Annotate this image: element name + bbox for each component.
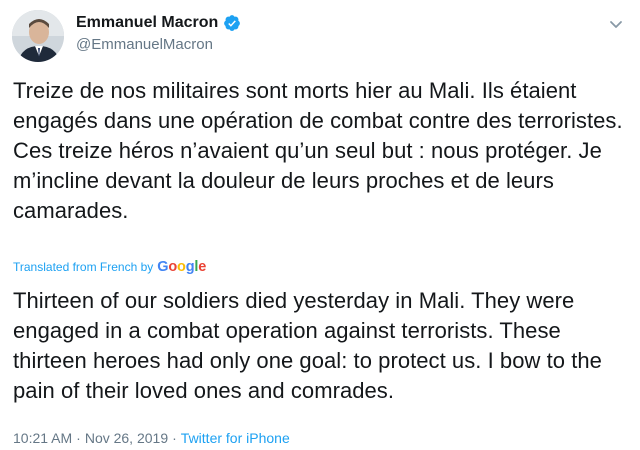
meta-separator: · xyxy=(76,430,81,446)
tweet-original-text: Treize de nos militaires sont morts hier… xyxy=(13,78,623,223)
display-name[interactable]: Emmanuel Macron xyxy=(76,13,218,33)
display-name-row: Emmanuel Macron xyxy=(76,13,241,33)
tweet-translated-text: Thirteen of our soldiers died yesterday … xyxy=(13,288,602,403)
tweet-card: Emmanuel Macron @EmmanuelMacron Treize d… xyxy=(0,0,640,450)
avatar[interactable] xyxy=(12,10,64,62)
translation-attribution: Translated from French by Google xyxy=(13,258,206,276)
verified-badge-icon xyxy=(223,14,241,32)
tweet-time[interactable]: 10:21 AM xyxy=(13,429,72,447)
tweet-metadata: 10:21 AM · Nov 26, 2019 · Twitter for iP… xyxy=(13,429,290,447)
author-names: Emmanuel Macron @EmmanuelMacron xyxy=(76,13,241,55)
tweet-date[interactable]: Nov 26, 2019 xyxy=(85,429,168,447)
author-handle[interactable]: @EmmanuelMacron xyxy=(76,35,241,55)
google-logo-icon: Google xyxy=(157,259,207,275)
meta-separator: · xyxy=(172,430,177,446)
tweet-source-link[interactable]: Twitter for iPhone xyxy=(181,429,290,447)
chevron-down-icon[interactable] xyxy=(606,14,626,34)
translation-label[interactable]: Translated from French by xyxy=(13,258,153,276)
tweet-header: Emmanuel Macron @EmmanuelMacron xyxy=(12,10,241,62)
